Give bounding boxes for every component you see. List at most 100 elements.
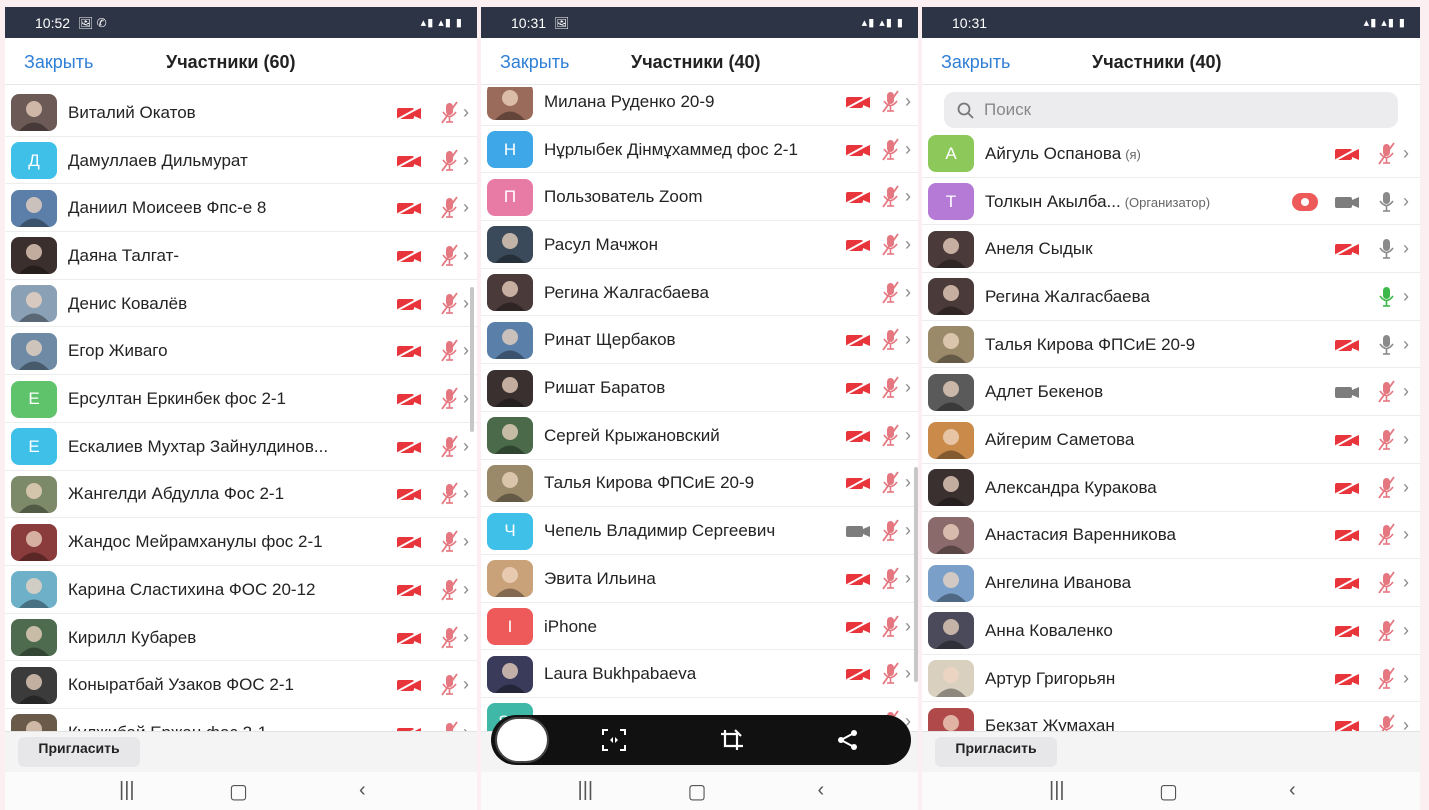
participant-name: Чепель Владимир Сергеевич <box>544 521 775 541</box>
share-icon[interactable] <box>835 728 861 752</box>
participant-row[interactable]: Анастасия Варенникова › <box>922 512 1420 560</box>
participant-row[interactable]: Кирилл Кубарев › <box>5 614 477 662</box>
mic-muted-icon <box>440 101 459 124</box>
participant-row[interactable]: Ришат Баратов › <box>481 364 918 412</box>
video-off-icon <box>1334 576 1360 591</box>
participant-row[interactable]: Даниил Моисеев Фпс-е 8 › <box>5 184 477 233</box>
participant-name: Нұрлыбек Дінмұхаммед фос 2-1 <box>544 140 798 160</box>
mic-muted-icon <box>881 519 900 542</box>
mic-muted-icon <box>1377 428 1396 451</box>
back-icon[interactable]: ‹ <box>818 779 825 802</box>
participant-row[interactable]: Расул Мачжон › <box>481 221 918 269</box>
video-off-icon <box>396 630 422 646</box>
participant-row[interactable]: Карина Сластихина ФОС 20-12 › <box>5 566 477 614</box>
participant-name-text: Ринат Щербаков <box>544 330 676 350</box>
participant-row[interactable]: Регина Жалгасбаева › <box>922 273 1420 321</box>
participant-row[interactable]: Даяна Талгат- › <box>5 232 477 280</box>
mic-muted-icon <box>440 387 459 410</box>
participant-name-text: Ангелина Иванова <box>985 573 1132 593</box>
search-input[interactable] <box>984 92 1364 128</box>
mic-muted-icon <box>1377 714 1396 731</box>
chevron-right-icon: › <box>905 615 911 636</box>
participant-row[interactable]: Анна Коваленко › <box>922 607 1420 655</box>
search-box[interactable] <box>944 92 1398 128</box>
participant-row[interactable]: Регина Жалгасбаева › <box>481 269 918 317</box>
participant-row[interactable]: Александра Куракова › <box>922 464 1420 512</box>
close-button[interactable]: Закрыть <box>24 52 93 73</box>
video-off-icon <box>396 439 422 455</box>
scrollbar[interactable] <box>470 287 474 432</box>
participant-row[interactable]: Артур Григорьян › <box>922 655 1420 703</box>
participant-row[interactable]: П Пользователь Zoom › <box>481 173 918 222</box>
participant-row[interactable]: Ангелина Иванова › <box>922 559 1420 607</box>
participant-row[interactable]: Денис Ковалёв › <box>5 280 477 328</box>
participant-row[interactable]: Талья Кирова ФПСиЕ 20-9 › <box>481 460 918 508</box>
participant-row[interactable]: Бекзат Жумахан › <box>922 702 1420 731</box>
avatar <box>928 421 974 459</box>
participant-row[interactable]: Сергей Крыжановский › <box>481 412 918 460</box>
participant-row[interactable]: Е Ерсултан Еркинбек фос 2-1 › <box>5 375 477 423</box>
video-off-icon <box>396 392 422 407</box>
back-icon[interactable]: ‹ <box>1289 779 1296 802</box>
participant-name: Анастасия Варенникова <box>985 525 1176 545</box>
mic-icon <box>1377 237 1396 260</box>
participant-row[interactable]: Талья Кирова ФПСиЕ 20-9 › <box>922 321 1420 369</box>
capture-icon[interactable] <box>601 728 627 752</box>
chevron-right-icon: › <box>463 626 469 647</box>
home-icon[interactable]: ▢ <box>688 779 707 804</box>
participant-row[interactable]: Laura Bukhpabaeva › <box>481 650 918 699</box>
avatar: Е <box>11 428 57 466</box>
close-button[interactable]: Закрыть <box>941 52 1010 73</box>
chevron-right-icon: › <box>1403 381 1409 402</box>
participant-row[interactable]: Е Ескалиев Мухтар Зайнулдинов... › <box>5 423 477 471</box>
recents-icon[interactable]: ||| <box>578 779 594 802</box>
participant-row[interactable]: Айгерим Саметова › <box>922 416 1420 464</box>
close-button[interactable]: Закрыть <box>500 52 569 73</box>
participant-row[interactable]: Эвита Ильина › <box>481 555 918 603</box>
participant-name: Регина Жалгасбаева <box>544 283 709 303</box>
participant-row[interactable]: Милана Руденко 20-9 › <box>481 87 918 126</box>
video-off-icon <box>845 428 871 444</box>
participant-row[interactable]: Күлжибай Ержан фос 2-1 › <box>5 709 477 731</box>
mic-muted-icon <box>440 339 459 362</box>
avatar <box>487 226 533 264</box>
participant-row[interactable]: Анеля Сыдык › <box>922 225 1420 274</box>
scrollbar[interactable] <box>914 467 918 682</box>
recents-icon[interactable]: ||| <box>119 779 135 802</box>
recents-icon[interactable]: ||| <box>1049 779 1065 802</box>
participant-name: Ринат Щербаков <box>544 330 676 350</box>
invite-button[interactable]: Пригласить <box>935 737 1057 767</box>
participant-row[interactable]: А Айгуль Оспанова (я) › <box>922 130 1420 178</box>
screenshot-thumbnail[interactable] <box>495 717 549 763</box>
participant-name: Жандос Мейрамханулы фос 2-1 <box>68 532 323 552</box>
avatar: Е <box>11 380 57 418</box>
participant-row[interactable]: Виталий Окатов › <box>5 89 477 137</box>
avatar <box>487 655 533 693</box>
home-icon[interactable]: ▢ <box>229 779 248 804</box>
participant-name: iPhone <box>544 617 597 637</box>
participant-row[interactable]: Д Дамуллаев Дильмурат › <box>5 137 477 185</box>
participant-row[interactable]: Егор Живаго › <box>5 328 477 376</box>
avatar <box>928 469 974 507</box>
participant-row[interactable]: Т Толкын Акылба... (Организатор) › <box>922 178 1420 226</box>
status-time: 10:31 <box>511 14 547 31</box>
participant-row[interactable]: Коныратбай Узаков ФОС 2-1 › <box>5 661 477 710</box>
chevron-right-icon: › <box>463 531 469 552</box>
participant-row[interactable]: IiPhone › <box>481 603 918 651</box>
participant-role: (Организатор) <box>1124 194 1211 210</box>
participant-row[interactable]: Ринат Щербаков › <box>481 317 918 365</box>
back-icon[interactable]: ‹ <box>359 779 366 802</box>
chevron-right-icon: › <box>1403 190 1409 211</box>
chevron-right-icon: › <box>905 186 911 207</box>
crop-edit-icon[interactable] <box>719 728 745 752</box>
chevron-right-icon: › <box>1403 333 1409 354</box>
participant-name-text: Регина Жалгасбаева <box>544 282 709 302</box>
invite-button[interactable]: Пригласить <box>18 737 140 767</box>
participant-row[interactable]: Ч Чепель Владимир Сергеевич › <box>481 507 918 555</box>
participant-row[interactable]: Жандос Мейрамханулы фос 2-1 › <box>5 518 477 566</box>
participant-row[interactable]: Жангелди Абдулла Фос 2-1 › <box>5 471 477 519</box>
participant-row[interactable]: Н Нұрлыбек Дінмұхаммед фос 2-1 › <box>481 126 918 174</box>
participant-name: Виталий Окатов <box>68 103 196 123</box>
participant-row[interactable]: Адлет Бекенов › <box>922 369 1420 417</box>
home-icon[interactable]: ▢ <box>1159 779 1178 804</box>
